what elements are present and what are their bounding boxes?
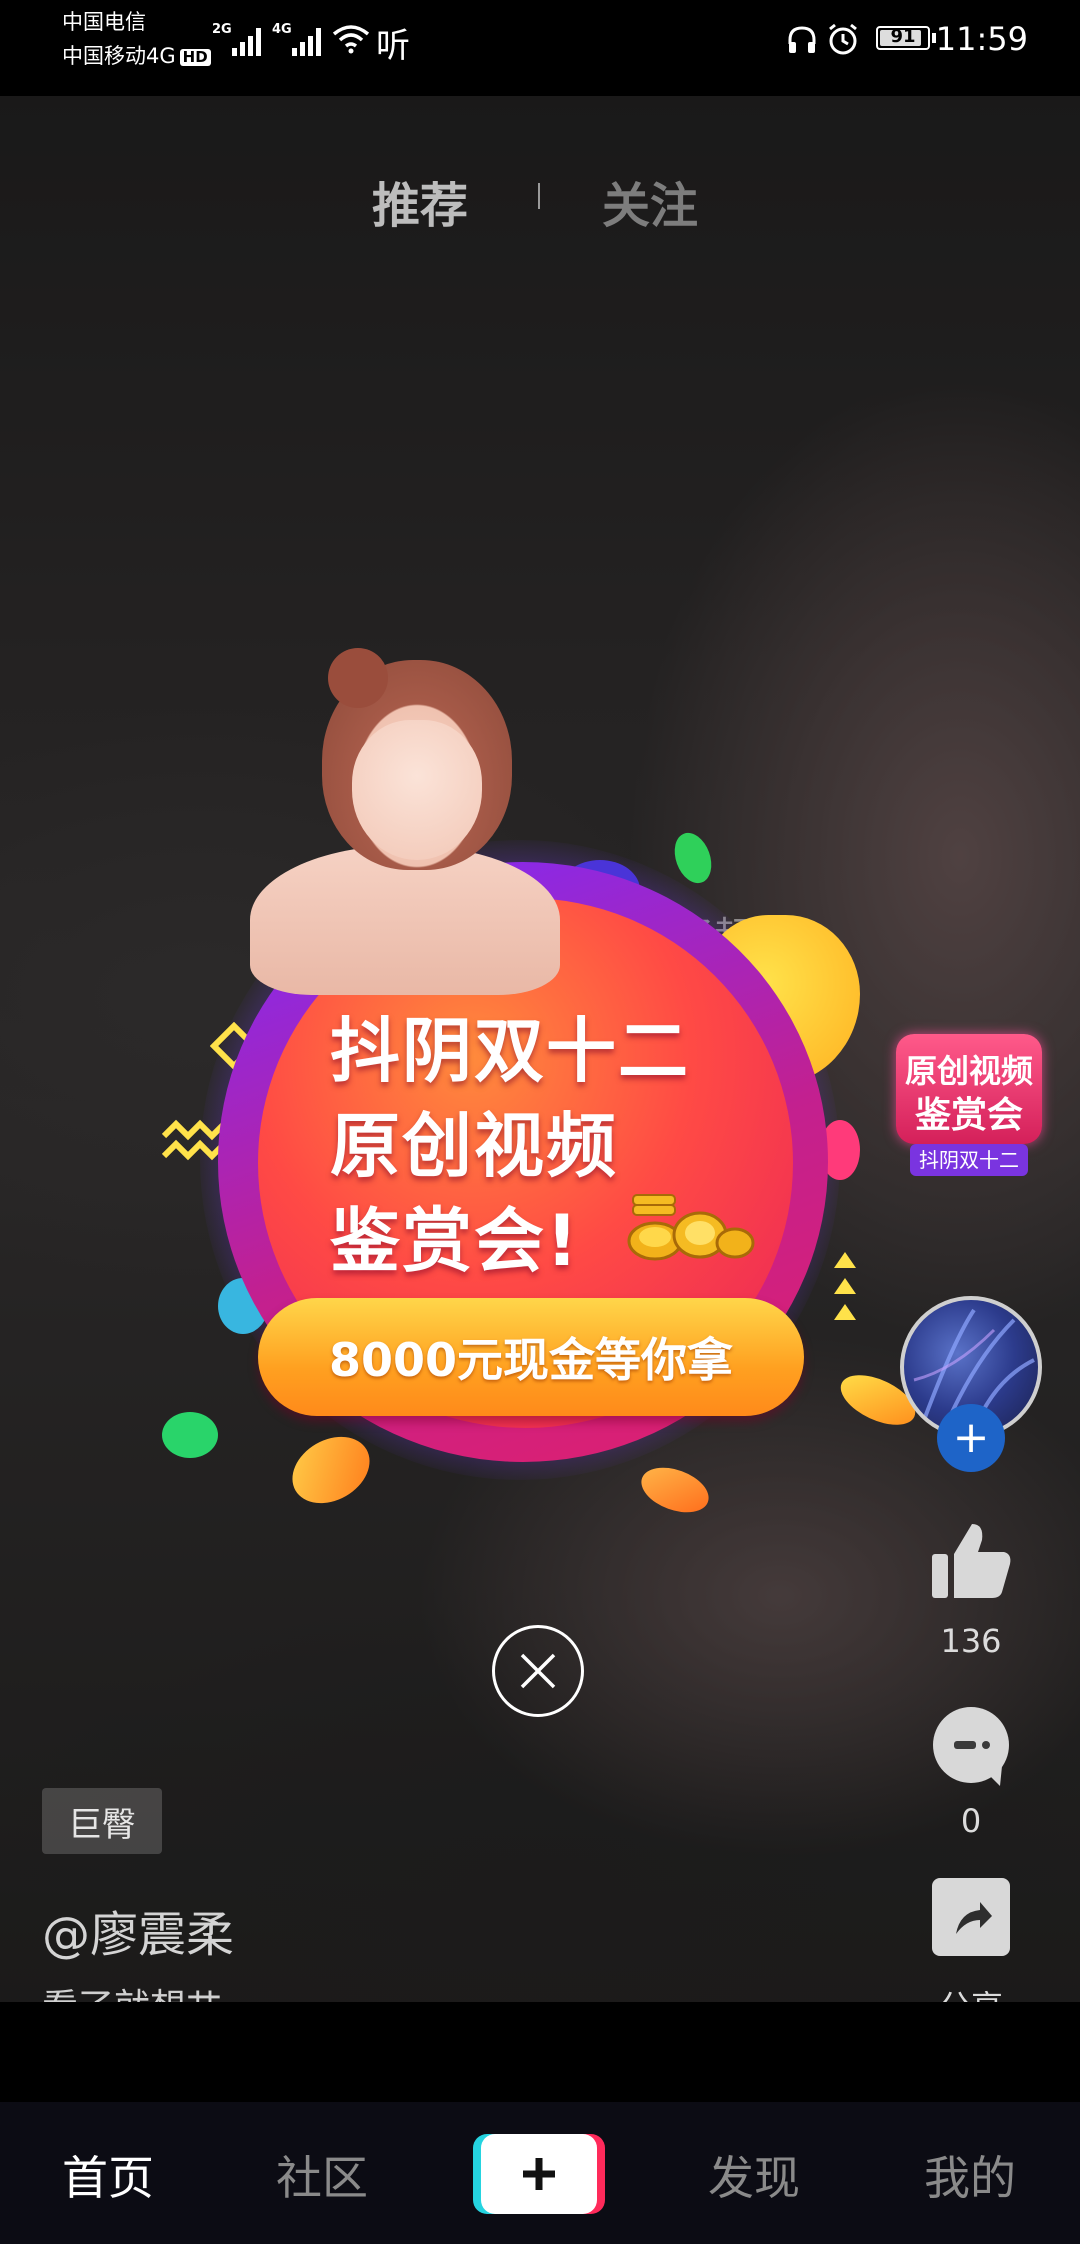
popup-cta-pill[interactable]: 8000元现金等你拿 (258, 1298, 804, 1416)
confetti-orange-2 (635, 1459, 715, 1521)
close-popup-button[interactable] (492, 1625, 584, 1717)
confetti-green-2 (162, 1412, 218, 1458)
like-count: 136 (940, 1622, 1002, 1660)
close-icon (520, 1653, 556, 1689)
create-button[interactable] (473, 2134, 605, 2214)
bottom-spacer (0, 2002, 1080, 2102)
event-promo-badge[interactable]: 原创视频 鉴赏会 抖阴双十二 (888, 1024, 1050, 1184)
confetti-green (668, 827, 718, 889)
promo-badge-ribbon: 抖阴双十二 (910, 1144, 1028, 1176)
author-name[interactable]: @廖震柔 (42, 1895, 234, 1965)
triangles-decoration-icon (834, 1252, 856, 1320)
nav-profile[interactable]: 我的 (924, 2142, 1016, 2208)
girl-illustration-face (352, 720, 482, 860)
video-tag-chip[interactable]: 巨臀 (42, 1788, 162, 1854)
plus-icon (523, 2158, 555, 2190)
promo-badge-line-2: 鉴赏会 (914, 1095, 1023, 1136)
plus-icon: + (952, 1412, 990, 1463)
comment-count: 0 (960, 1802, 982, 1840)
follow-button[interactable]: + (937, 1404, 1005, 1472)
popup-title-line-2: 原创视频 (330, 1105, 618, 1187)
like-button[interactable] (928, 1518, 1014, 1604)
popup-cta-text: 8000元现金等你拿 (328, 1333, 734, 1387)
nav-home[interactable]: 首页 (62, 2142, 154, 2208)
nav-community[interactable]: 社区 (276, 2142, 368, 2208)
girl-illustration-bun (328, 648, 388, 708)
popup-title-line-3: 鉴赏会! (330, 1200, 580, 1282)
share-button[interactable] (930, 1876, 1012, 1958)
comment-button[interactable] (928, 1704, 1014, 1790)
gold-coins-icon (627, 1194, 755, 1261)
popup-title-line-1: 抖阴双十二 (330, 1010, 690, 1092)
nav-discover[interactable]: 发现 (708, 2142, 800, 2208)
